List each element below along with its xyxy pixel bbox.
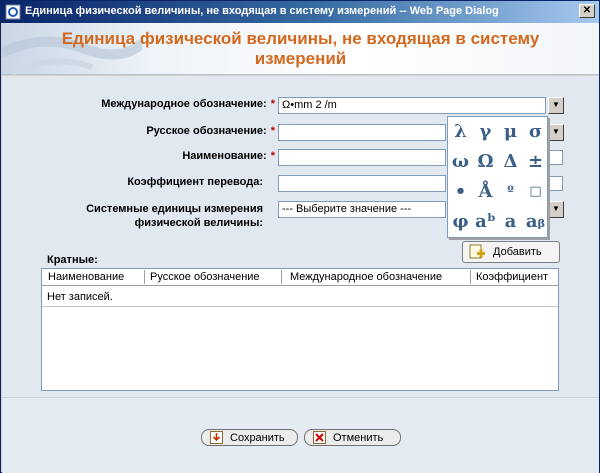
symbol-option[interactable]: ω (448, 147, 473, 177)
add-plus-icon (469, 244, 485, 259)
system-units-label: Системные единицы измерения физической в… (41, 202, 263, 230)
system-units-label-line1: Системные единицы измерения (86, 203, 263, 215)
row-divider (42, 306, 558, 307)
symbol-option[interactable]: ± (523, 147, 548, 177)
system-units-select[interactable]: --- Выберите значение --- (278, 201, 446, 218)
symbol-picker-panel: λ γ μ σ ω Ω Δ ± • Åº □ φ aᵇ a aᵦ (447, 116, 548, 238)
name-input-end[interactable] (547, 150, 563, 165)
name-input[interactable] (278, 149, 446, 166)
add-button-label: Добавить (493, 246, 542, 258)
empty-table-message: Нет записей. (47, 291, 113, 303)
symbol-option[interactable]: aᵇ (473, 207, 498, 237)
dialog-heading: Единица физической величины, не входящая… (2, 29, 599, 69)
multiples-table: Наименование Русское обозначение Междуна… (41, 268, 559, 391)
cancel-icon (313, 431, 326, 444)
multiples-label: Кратные: (47, 254, 98, 266)
system-units-dropdown-button[interactable]: ▼ (548, 201, 564, 218)
add-button[interactable]: Добавить (462, 241, 560, 263)
system-units-label-line2: физической величины: (134, 217, 263, 229)
symbol-option[interactable]: Å (473, 177, 498, 207)
ie-page-icon (5, 4, 21, 20)
international-designation-input[interactable]: Ω•mm 2 /m (278, 97, 546, 114)
symbol-option[interactable]: □ (523, 177, 548, 207)
table-header: Наименование Русское обозначение Междуна… (42, 269, 558, 286)
column-header-coefficient[interactable]: Коэффициент (476, 271, 548, 283)
symbol-option[interactable]: • (448, 177, 473, 207)
name-label: Наименование: * (41, 150, 275, 162)
coefficient-input-end[interactable] (547, 176, 563, 191)
symbol-option[interactable]: a (498, 207, 523, 237)
russian-dropdown-button[interactable]: ▼ (548, 124, 564, 141)
name-label-text: Наименование: (182, 150, 267, 162)
symbol-option[interactable]: φ (448, 207, 473, 237)
coefficient-input[interactable] (278, 175, 446, 192)
close-button[interactable]: ✕ (579, 4, 595, 18)
column-separator[interactable] (470, 270, 471, 284)
symbol-option[interactable]: Δ (498, 147, 523, 177)
russian-label: Русское обозначение: * (41, 125, 275, 137)
required-mark: * (270, 125, 275, 137)
column-header-international[interactable]: Международное обозначение (290, 271, 442, 283)
symbol-option[interactable]: σ (523, 117, 548, 147)
column-header-name[interactable]: Наименование (48, 271, 124, 283)
column-header-russian[interactable]: Русское обозначение (150, 271, 260, 283)
save-button[interactable]: Сохранить (201, 429, 298, 446)
symbol-option[interactable]: aᵦ (523, 207, 548, 237)
coefficient-label: Коэффициент перевода: (127, 176, 263, 188)
symbol-option[interactable]: Ω (473, 147, 498, 177)
column-separator[interactable] (144, 270, 145, 284)
dialog-header: Единица физической величины, не входящая… (2, 23, 599, 75)
required-mark: * (270, 150, 275, 162)
symbol-option[interactable]: λ (448, 117, 473, 147)
heading-line-2: измерений (254, 49, 347, 68)
column-separator[interactable] (281, 270, 282, 284)
required-mark: * (270, 98, 275, 110)
dialog-footer (2, 397, 599, 473)
dialog-window: Единица физической величины, не входящая… (0, 0, 600, 473)
russian-label-text: Русское обозначение: (146, 125, 267, 137)
symbol-option[interactable]: γ (473, 117, 498, 147)
russian-designation-input[interactable] (278, 124, 446, 141)
symbol-option[interactable]: º (498, 177, 523, 207)
symbols-dropdown-button[interactable]: ▼ (548, 97, 564, 114)
save-icon (210, 431, 223, 444)
cancel-button[interactable]: Отменить (304, 429, 401, 446)
international-label: Международное обозначение: * (41, 98, 275, 110)
heading-line-1: Единица физической величины, не входящая… (61, 29, 540, 48)
symbol-option[interactable]: μ (498, 117, 523, 147)
title-bar: Единица физической величины, не входящая… (1, 1, 599, 23)
window-title: Единица физической величины, не входящая… (25, 5, 499, 17)
save-button-label: Сохранить (230, 432, 285, 444)
international-label-text: Международное обозначение: (101, 98, 267, 110)
cancel-button-label: Отменить (333, 432, 384, 444)
